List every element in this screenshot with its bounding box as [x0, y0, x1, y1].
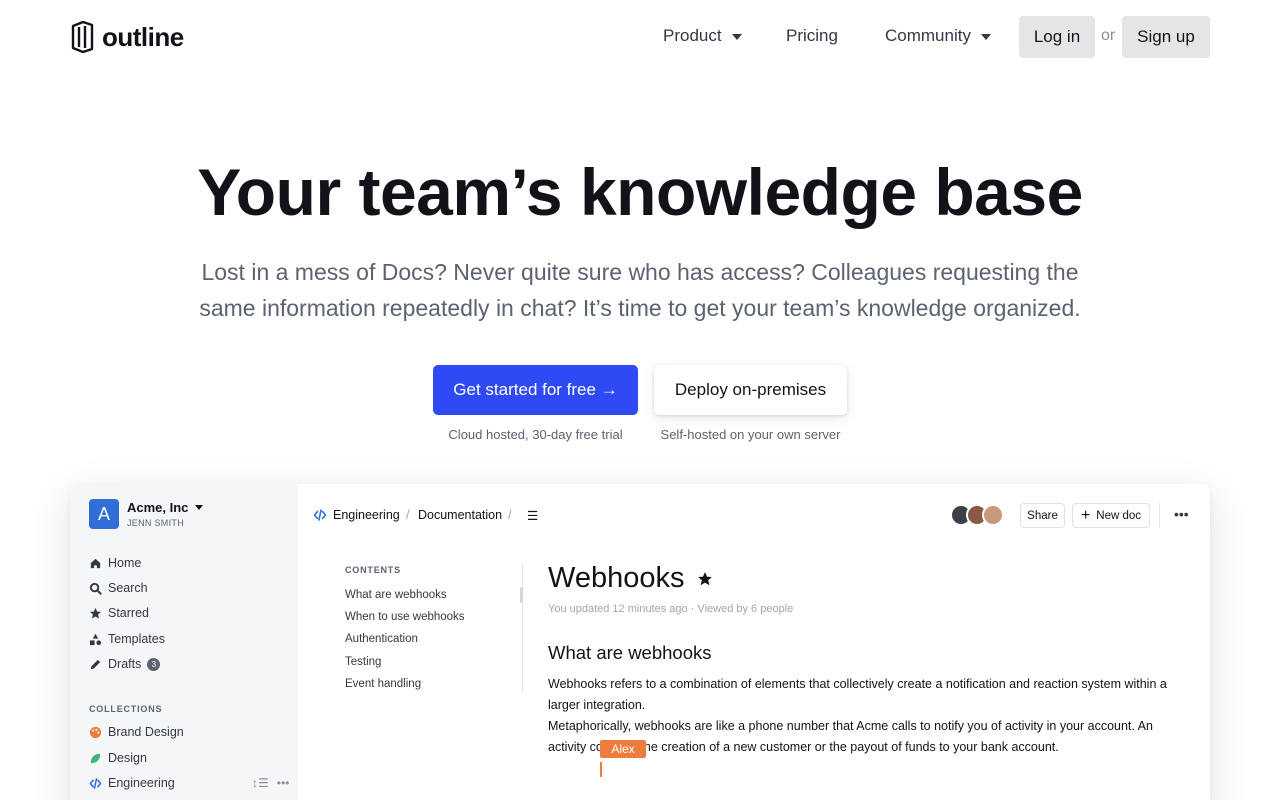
breadcrumb-separator: / — [406, 507, 410, 522]
nav-product-label: Product — [663, 26, 722, 45]
collection-actions: ↕☰ ••• — [252, 776, 289, 790]
app-preview: A Acme, Inc JENN SMITH Home Search Starr… — [70, 484, 1210, 800]
sidebar-item-templates[interactable]: Templates — [88, 629, 165, 649]
code-icon — [313, 508, 327, 522]
collaborator-cursor — [600, 762, 602, 777]
nav-product[interactable]: Product — [663, 26, 742, 46]
toc-item[interactable]: When to use webhooks — [345, 611, 465, 623]
sidebar-item-label: Engineering — [108, 776, 175, 790]
pencil-icon — [88, 657, 102, 671]
sidebar-item-brand-design[interactable]: Brand Design — [88, 722, 184, 742]
sidebar-item-label: Starred — [108, 606, 149, 620]
avatar — [982, 504, 1004, 526]
team-switcher[interactable]: Acme, Inc — [127, 500, 204, 515]
secondary-cta-note: Self-hosted on your own server — [660, 427, 841, 442]
sidebar: A Acme, Inc JENN SMITH Home Search Starr… — [70, 484, 298, 800]
document-title[interactable]: Webhooks — [548, 562, 713, 595]
sidebar-item-home[interactable]: Home — [88, 553, 141, 573]
home-icon — [88, 556, 102, 570]
hero-title: Your team’s knowledge base — [197, 155, 1083, 229]
shapes-icon — [88, 632, 102, 646]
breadcrumb-document-label: Documentation — [418, 508, 503, 522]
collaborator-avatars[interactable] — [950, 504, 1004, 526]
team-user: JENN SMITH — [127, 518, 184, 528]
palette-icon — [88, 725, 102, 739]
new-doc-button[interactable]: + New doc — [1072, 503, 1150, 528]
hero-subtitle: Lost in a mess of Docs? Never quite sure… — [199, 259, 1081, 321]
star-icon — [88, 606, 102, 620]
document-title-text: Webhooks — [548, 562, 685, 594]
collections-heading: COLLECTIONS — [89, 704, 163, 714]
deploy-on-premises-button[interactable]: Deploy on-premises — [654, 365, 847, 415]
sidebar-item-label: Home — [108, 556, 142, 570]
new-doc-label: New doc — [1096, 509, 1142, 522]
caret-down-icon — [980, 34, 991, 40]
breadcrumb-document[interactable]: Documentation — [418, 508, 502, 522]
document-heading: What are webhooks — [548, 642, 712, 663]
sidebar-item-design[interactable]: Design — [88, 748, 147, 768]
caret-down-icon — [195, 505, 204, 510]
signup-button[interactable]: Sign up — [1122, 16, 1210, 58]
leaf-icon — [88, 751, 102, 765]
breadcrumb-collection-label: Engineering — [333, 508, 400, 522]
sidebar-item-starred[interactable]: Starred — [88, 603, 149, 623]
breadcrumb-separator: / — [508, 507, 512, 522]
more-icon[interactable]: ••• — [277, 776, 290, 790]
login-button[interactable]: Log in — [1019, 16, 1095, 58]
team-avatar[interactable]: A — [89, 499, 119, 529]
team-name: Acme, Inc — [127, 500, 189, 515]
toc-toggle-button[interactable]: ☰ — [527, 508, 538, 523]
code-icon — [88, 776, 102, 790]
get-started-button[interactable]: Get started for free → — [433, 365, 638, 415]
toc-divider — [522, 564, 523, 692]
sidebar-item-label: Templates — [108, 632, 165, 646]
more-options-icon[interactable]: ••• — [1174, 506, 1189, 522]
toc-item[interactable]: Testing — [345, 656, 381, 668]
top-nav: outline Product Pricing Community Log in… — [0, 0, 1280, 74]
caret-down-icon — [731, 34, 742, 40]
search-icon — [88, 581, 102, 595]
toolbar-divider — [1159, 503, 1160, 528]
or-text: or — [1101, 27, 1116, 44]
toc-item[interactable]: What are webhooks — [345, 589, 447, 601]
sidebar-item-label: Design — [108, 751, 147, 765]
drafts-count-badge: 3 — [147, 657, 161, 671]
collaborator-cursor-label: Alex — [600, 740, 646, 758]
primary-cta-note: Cloud hosted, 30-day free trial — [448, 427, 623, 442]
nav-pricing-label: Pricing — [786, 26, 838, 45]
toc-heading: CONTENTS — [345, 565, 401, 575]
breadcrumb-collection[interactable]: Engineering — [313, 508, 400, 522]
toc-active-marker — [520, 587, 523, 603]
toc-item[interactable]: Event handling — [345, 678, 421, 690]
plus-icon: + — [1080, 506, 1091, 524]
sidebar-item-label: Drafts — [108, 657, 142, 671]
list-icon: ☰ — [527, 509, 539, 523]
sidebar-item-drafts[interactable]: Drafts 3 — [88, 654, 161, 674]
logo[interactable]: outline — [70, 20, 184, 54]
document-meta: You updated 12 minutes ago · Viewed by 6… — [548, 603, 794, 615]
outline-logo-icon — [71, 21, 94, 53]
nav-community[interactable]: Community — [885, 26, 991, 46]
star-icon[interactable] — [697, 571, 713, 587]
sidebar-item-label: Search — [108, 581, 148, 595]
logo-text: outline — [102, 21, 184, 52]
nav-pricing[interactable]: Pricing — [786, 26, 838, 46]
sidebar-item-label: Brand Design — [108, 725, 184, 739]
toc-item[interactable]: Authentication — [345, 633, 418, 645]
sidebar-item-engineering[interactable]: Engineering — [88, 773, 175, 793]
nav-community-label: Community — [885, 26, 971, 45]
share-button[interactable]: Share — [1020, 503, 1065, 528]
sidebar-item-search[interactable]: Search — [88, 578, 148, 598]
sort-icon[interactable]: ↕☰ — [252, 776, 269, 790]
